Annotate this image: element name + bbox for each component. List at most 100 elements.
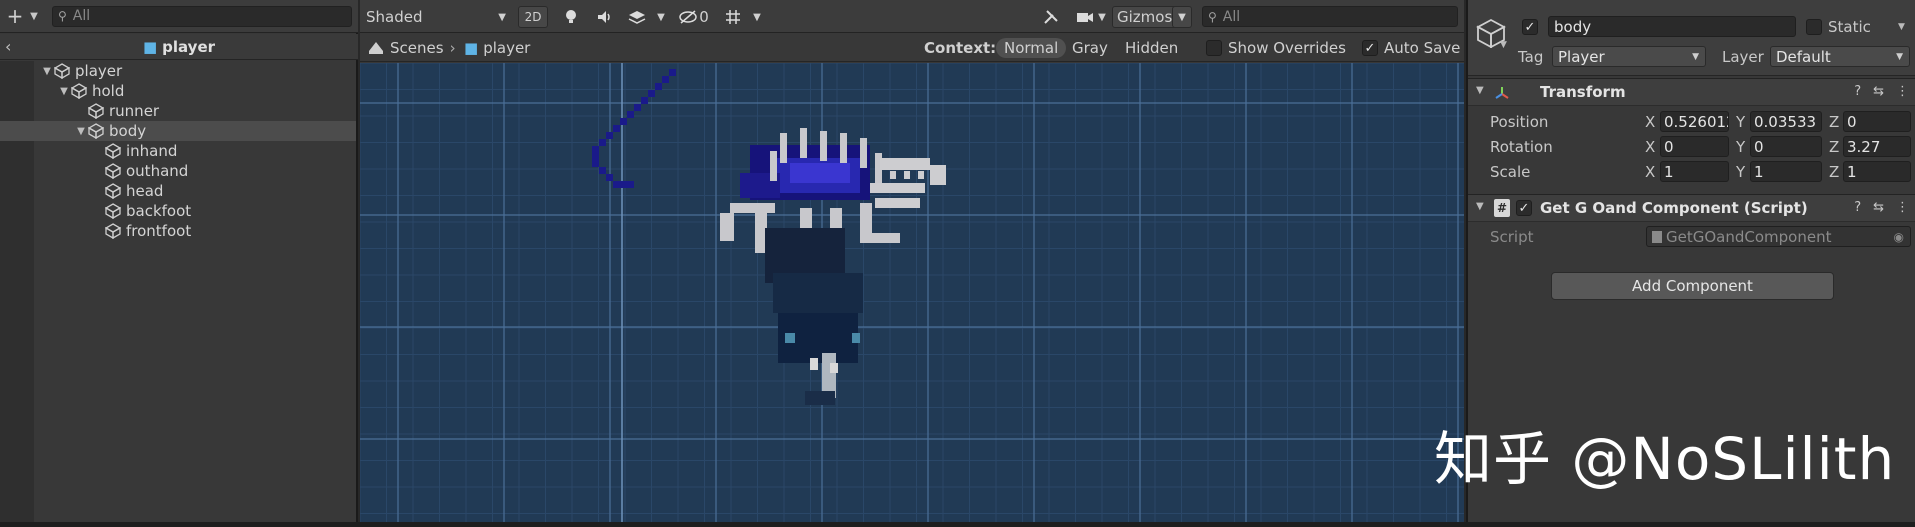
lighting-toggle-button[interactable] [556,6,586,28]
foldout-chevron-icon[interactable]: ▼ [1476,85,1484,96]
chevron-down-icon: ▼ [1896,51,1903,62]
rotation-x-field[interactable]: 0 [1660,136,1729,157]
effects-dropdown-chevron-icon[interactable]: ▼ [652,6,670,28]
expand-chevron-icon[interactable]: ▼ [40,66,54,77]
add-object-button[interactable]: + [4,4,26,28]
audio-toggle-button[interactable] [590,6,620,28]
sprite-pixel [860,203,872,243]
hierarchy-item-body[interactable]: ▼ body [0,121,356,141]
auto-save-toggle[interactable]: ✓ Auto Save [1362,38,1460,58]
gameobject-cube-icon [105,183,121,199]
breadcrumb-player[interactable]: ■ player [464,38,530,58]
tools-button[interactable] [1036,6,1066,28]
scale-x-label: X [1645,163,1656,181]
camera-settings-button[interactable]: ▼ [1072,6,1110,28]
position-x-field[interactable]: 0.526012 [1660,111,1729,132]
back-arrow-icon[interactable]: ‹ [5,37,11,56]
wrench-icon [1044,10,1058,24]
add-component-button[interactable]: Add Component [1551,272,1834,300]
sprite-pixel [592,153,599,160]
scale-y-field[interactable]: 1 [1750,161,1822,182]
hierarchy-item-backfoot[interactable]: backfoot [0,201,356,221]
context-normal-option[interactable]: Normal [996,38,1067,58]
object-name-field[interactable]: body [1548,16,1796,37]
auto-save-checkbox[interactable]: ✓ [1362,40,1378,56]
scene-viewport[interactable] [360,63,1464,522]
gameobject-cube-icon [105,163,121,179]
transform-header[interactable]: ▼ Transform ? ⇆ ⋮ [1468,78,1915,106]
script-hash-icon: # [1494,199,1510,217]
presets-icon[interactable]: ⇆ [1873,200,1884,215]
gameobject-cube-icon [88,103,104,119]
chevron-down-icon[interactable]: ▼ [26,11,42,22]
hierarchy-item-hold[interactable]: ▼ hold [0,81,356,101]
grid-dropdown-chevron-icon[interactable]: ▼ [748,6,766,28]
shading-mode-dropdown[interactable]: Shaded ▼ [364,6,512,28]
scale-z-field[interactable]: 1 [1843,161,1911,182]
show-overrides-label: Show Overrides [1228,39,1346,57]
script-component-header[interactable]: ▼ # ✓ Get G Oand Component (Script) ? ⇆ … [1468,194,1915,222]
hierarchy-item-outhand[interactable]: outhand [0,161,356,181]
show-overrides-checkbox[interactable] [1206,40,1222,56]
sprite-pixel [875,198,920,208]
context-menu-icon[interactable]: ⋮ [1896,84,1909,99]
expand-chevron-icon[interactable]: ▼ [74,126,88,137]
scale-z-label: Z [1829,163,1840,181]
effects-toggle-button[interactable] [622,6,652,28]
static-dropdown-chevron-icon[interactable]: ▼ [1898,22,1905,32]
scene-search-input[interactable]: ⚲ All [1202,6,1458,27]
tag-dropdown[interactable]: Player ▼ [1552,46,1706,67]
sprite-pixel [770,151,777,181]
position-z-field[interactable]: 0 [1843,111,1911,132]
breadcrumb-separator-icon: › [449,39,456,57]
gizmos-dropdown-chevron-icon[interactable]: ▼ [1172,6,1192,28]
hierarchy-search-input[interactable]: ⚲ All [52,5,352,27]
foldout-chevron-icon[interactable]: ▼ [1476,201,1484,212]
presets-icon[interactable]: ⇆ [1873,84,1884,99]
toggle-2d-button[interactable]: 2D [518,6,548,28]
hierarchy-item-player[interactable]: ▼ player [0,61,356,81]
search-icon: ⚲ [1208,9,1217,24]
layer-dropdown[interactable]: Default ▼ [1770,46,1910,67]
rotation-x-label: X [1645,138,1656,156]
context-menu-icon[interactable]: ⋮ [1896,200,1909,215]
icon-dropdown-chevron-icon[interactable]: ▼ [1500,40,1507,50]
hierarchy-item-head[interactable]: head [0,181,356,201]
layers-effects-icon [628,11,646,24]
speaker-icon [598,11,610,23]
hierarchy-item-label: frontfoot [126,222,192,240]
sprite-pixel [606,174,613,181]
hierarchy-item-frontfoot[interactable]: frontfoot [0,221,356,241]
sprite-pixel [648,90,655,97]
scene-visibility-toggle[interactable]: 0 [676,6,712,28]
position-y-field[interactable]: 0.03533 [1750,111,1822,132]
prefab-cube-icon: ■ [142,37,158,56]
breadcrumb-scenes[interactable]: Scenes › [368,38,462,58]
script-object-field[interactable]: GetGOandComponent ◉ [1646,226,1911,247]
rotation-y-field[interactable]: 0 [1750,136,1822,157]
chevron-down-icon: ▼ [1692,51,1699,62]
context-gray-option[interactable]: Gray [1072,38,1108,58]
scene-viewport-canvas[interactable] [360,63,1464,522]
eye-slash-icon [679,10,697,24]
auto-save-label: Auto Save [1384,39,1461,57]
rotation-z-field[interactable]: 3.27 [1843,136,1911,157]
static-checkbox[interactable] [1806,19,1822,35]
help-icon[interactable]: ? [1854,200,1861,215]
hierarchy-item-runner[interactable]: runner [0,101,356,121]
active-checkbox[interactable]: ✓ [1522,19,1538,35]
sprite-pixel [592,146,599,153]
show-overrides-toggle[interactable]: Show Overrides [1206,38,1346,58]
object-picker-icon[interactable]: ◉ [1894,230,1904,244]
hierarchy-toolbar: + ▼ ⚲ All [0,0,358,33]
transform-title: Transform [1540,83,1626,101]
scene-breadcrumb-bar: Scenes › ■ player Context: Normal Gray H… [360,34,1464,62]
scale-x-field[interactable]: 1 [1660,161,1729,182]
context-hidden-option[interactable]: Hidden [1125,38,1178,58]
help-icon[interactable]: ? [1854,84,1861,99]
hierarchy-item-inhand[interactable]: inhand [0,141,356,161]
gameobject-cube-icon [71,83,87,99]
grid-toggle-button[interactable] [718,6,748,28]
script-enabled-checkbox[interactable]: ✓ [1516,200,1532,216]
expand-chevron-icon[interactable]: ▼ [57,86,71,97]
